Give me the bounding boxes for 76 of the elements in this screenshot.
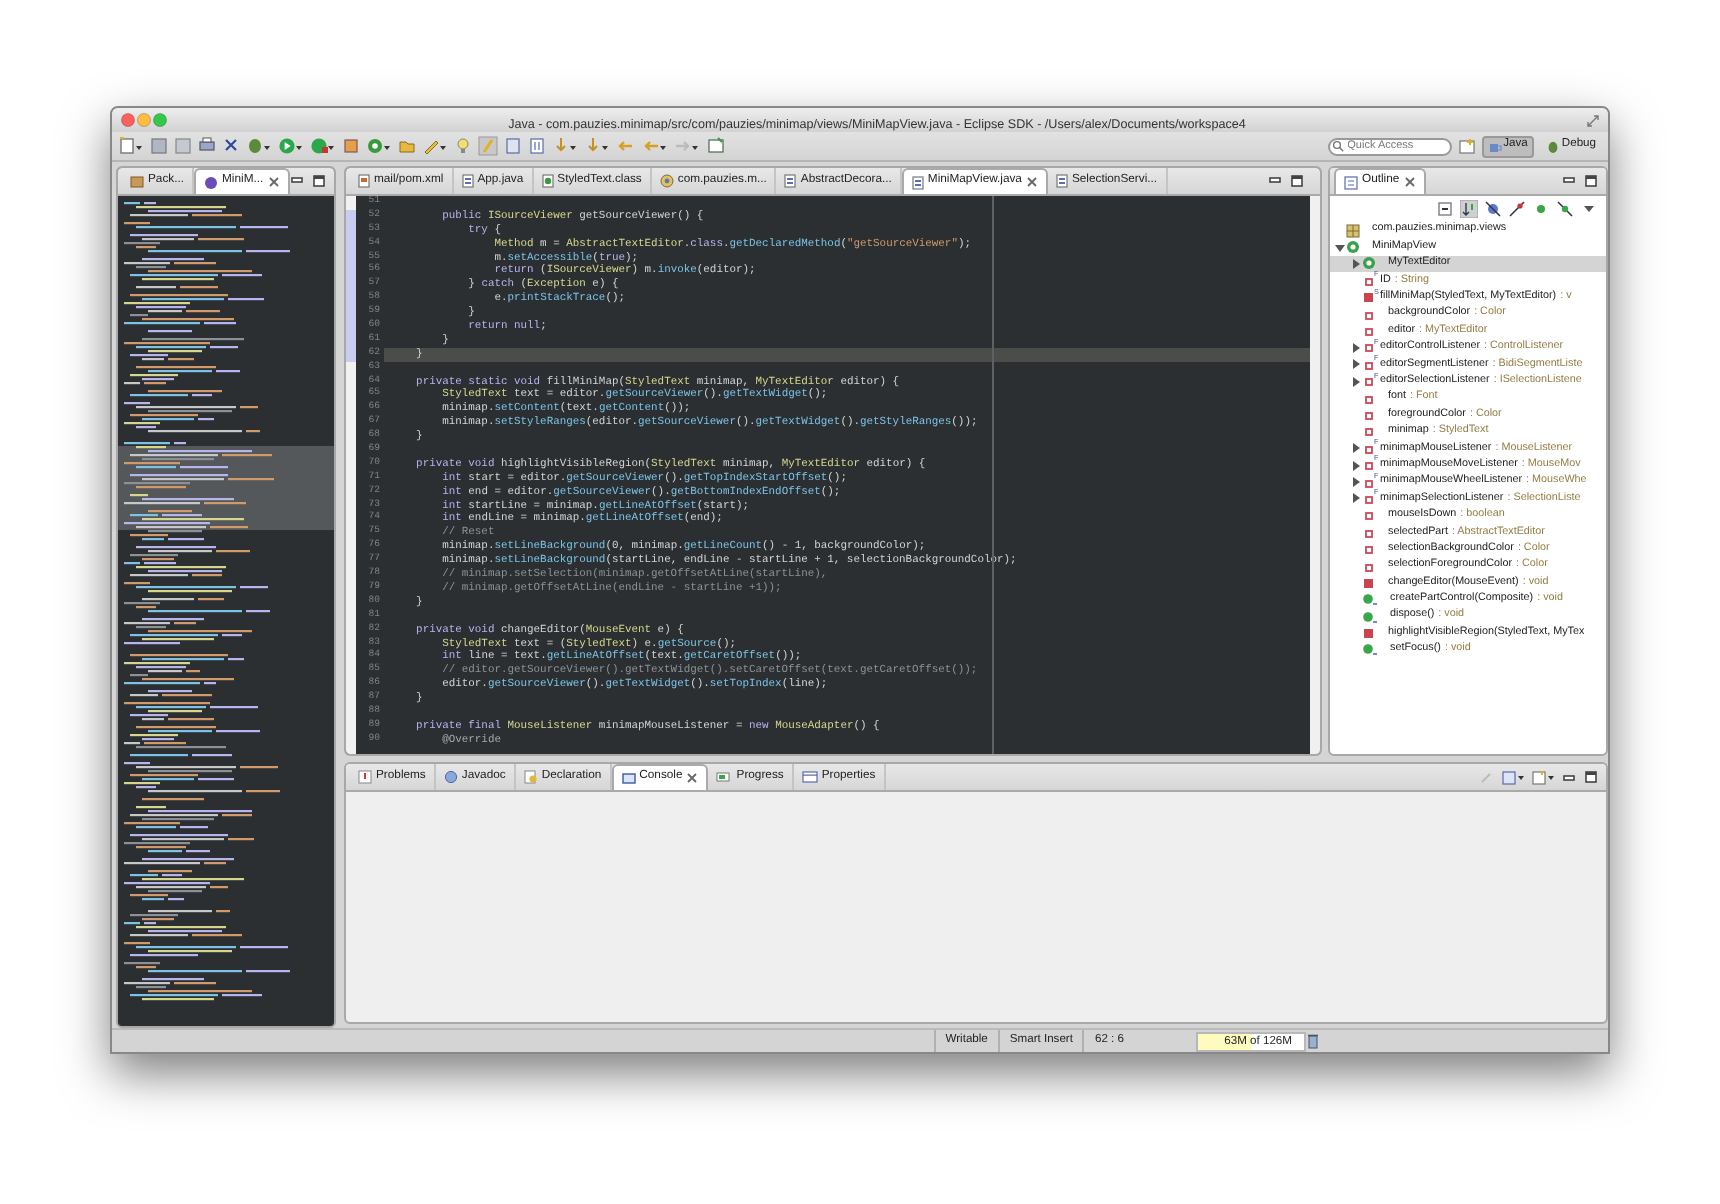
arrow-left-icon[interactable] xyxy=(642,136,668,156)
expand-arrow-icon[interactable] xyxy=(1350,375,1362,388)
gear-icon[interactable] xyxy=(366,136,392,156)
arrow-down-icon[interactable] xyxy=(584,136,610,156)
document-icon xyxy=(461,174,474,188)
arrow-right-icon[interactable] xyxy=(674,136,700,156)
expand-arrow-icon[interactable] xyxy=(1350,492,1362,505)
plug-icon xyxy=(659,174,674,188)
table-icon xyxy=(801,770,818,784)
circle-icon xyxy=(204,175,219,189)
progress-icon xyxy=(716,770,733,784)
hide-static-icon[interactable] xyxy=(1508,199,1526,217)
fullscreen-icon[interactable] xyxy=(1586,113,1600,127)
grid-icon xyxy=(1346,223,1360,238)
close-icon[interactable] xyxy=(267,176,280,188)
document-icon xyxy=(911,175,924,189)
expand-arrow-icon[interactable] xyxy=(1350,257,1362,270)
warning-icon xyxy=(358,770,372,784)
open-perspective-icon[interactable] xyxy=(1457,137,1476,155)
square-icon xyxy=(1362,626,1376,641)
lamp-icon[interactable] xyxy=(454,136,472,156)
printer-icon[interactable] xyxy=(198,136,216,156)
play-icon[interactable] xyxy=(278,136,304,156)
dot-icon[interactable] xyxy=(1532,199,1550,217)
close-button[interactable] xyxy=(120,112,136,128)
bug-icon xyxy=(1545,139,1560,153)
minimize-icon[interactable] xyxy=(290,174,304,186)
scrollbar[interactable] xyxy=(1310,196,1320,754)
box-icon[interactable] xyxy=(342,136,360,156)
maximize-icon[interactable] xyxy=(1290,174,1304,188)
bug-icon[interactable] xyxy=(246,136,272,156)
expand-arrow-icon[interactable] xyxy=(1350,358,1362,371)
arrow-down-icon[interactable] xyxy=(552,136,578,156)
pencil-icon[interactable] xyxy=(422,136,448,156)
package-icon xyxy=(130,174,144,188)
square-icon xyxy=(1362,290,1376,305)
close-icon[interactable] xyxy=(686,772,699,784)
trash-icon[interactable] xyxy=(1306,1032,1320,1050)
globe-icon xyxy=(443,770,458,784)
document-icon xyxy=(1055,174,1068,188)
document-icon xyxy=(523,770,538,784)
document-icon xyxy=(358,174,370,188)
monitor-icon xyxy=(621,771,636,785)
expand-arrow-icon[interactable] xyxy=(1350,459,1362,472)
minimize-icon[interactable] xyxy=(1268,174,1282,186)
marker-icon[interactable] xyxy=(478,136,498,156)
minimize-icon[interactable] xyxy=(1562,771,1576,783)
expand-arrow-icon[interactable] xyxy=(1350,341,1362,354)
minimize-icon[interactable] xyxy=(1562,174,1576,186)
document-icon xyxy=(784,174,797,188)
maximize-icon[interactable] xyxy=(1584,770,1598,784)
expand-arrow-icon[interactable] xyxy=(1350,476,1362,489)
window-icon[interactable] xyxy=(706,136,726,156)
maximize-icon[interactable] xyxy=(312,174,326,188)
outline-icon xyxy=(1344,175,1358,189)
hide-fields-icon[interactable] xyxy=(1484,199,1502,217)
document-icon xyxy=(541,174,554,188)
close-icon[interactable] xyxy=(1025,176,1038,188)
new-console-icon[interactable] xyxy=(1532,769,1554,785)
coffee-cup-icon xyxy=(1487,139,1502,153)
play-icon[interactable] xyxy=(310,136,336,156)
dot-icon xyxy=(1362,642,1378,657)
close-icon[interactable] xyxy=(1403,176,1416,188)
new-file-icon[interactable] xyxy=(118,136,144,156)
hollow-square-icon xyxy=(1362,273,1376,288)
search-icon xyxy=(1331,140,1344,152)
minimap-drawing[interactable] xyxy=(118,196,334,1006)
bracket-icon[interactable] xyxy=(528,136,546,156)
display-icon[interactable] xyxy=(1502,769,1524,785)
sort-icon[interactable] xyxy=(1460,199,1478,217)
square-icon xyxy=(1362,575,1376,590)
collapse-icon[interactable] xyxy=(1436,199,1454,217)
expand-arrow-icon[interactable] xyxy=(1350,442,1362,455)
expand-arrow-icon[interactable] xyxy=(1334,241,1346,254)
maximize-icon[interactable] xyxy=(1584,174,1598,188)
hide-non-public-icon[interactable] xyxy=(1556,199,1574,217)
